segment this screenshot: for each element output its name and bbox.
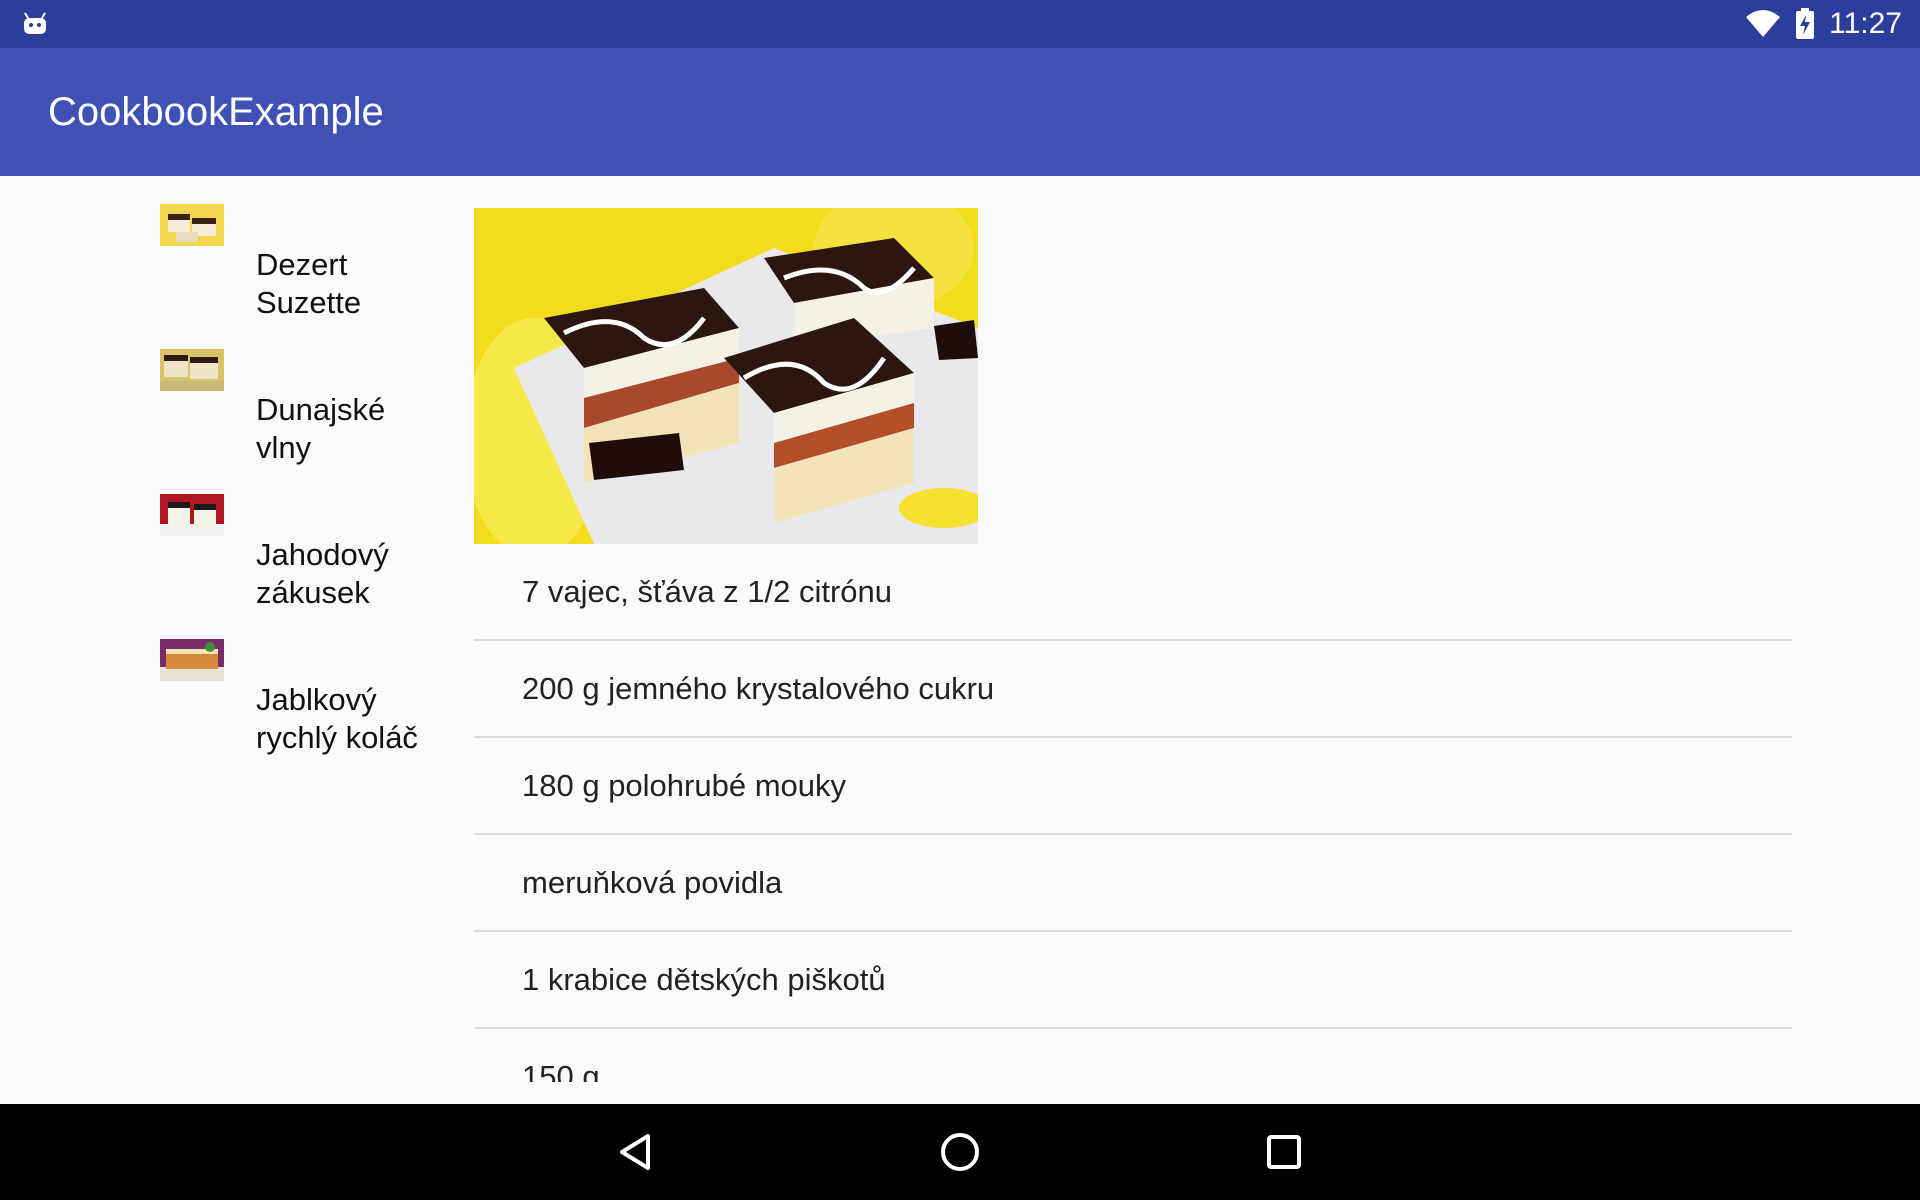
back-button[interactable] (606, 1122, 666, 1182)
status-bar: 11:27 (0, 0, 1920, 48)
status-icons: 11:27 (1745, 0, 1902, 48)
wifi-icon (1746, 10, 1781, 37)
app-title: CookbookExample (48, 90, 384, 134)
main-content: Dezert Suzette Dunajské vlny Jahodový zá… (0, 176, 1920, 1104)
battery-charging-icon (1796, 8, 1815, 39)
recipe-item-dunajske-vlny[interactable]: Dunajské vlny (160, 349, 450, 494)
navigation-bar (0, 1104, 1920, 1200)
dessert-thumb-icon (160, 204, 224, 246)
recents-icon (1267, 1135, 1301, 1169)
recipe-name: Dunajské vlny (256, 392, 386, 465)
recipe-photo (474, 208, 978, 544)
ingredient-item: 180 g polohrubé mouky (474, 738, 1792, 835)
home-button[interactable] (930, 1122, 990, 1182)
recipe-item-dezert-suzette[interactable]: Dezert Suzette (160, 204, 450, 349)
recipe-item-jablkovy-rychly-kolac[interactable]: Jablkový rychlý koláč (160, 639, 450, 784)
android-debug-icon (24, 12, 46, 34)
dessert-thumb-icon (160, 349, 224, 391)
recents-button[interactable] (1254, 1122, 1314, 1182)
home-icon (941, 1133, 979, 1171)
ingredient-item: 150 g ... (474, 1029, 1792, 1083)
ingredient-item: 200 g jemného krystalového cukru (474, 641, 1792, 738)
dessert-thumb-icon (160, 639, 224, 681)
back-icon (620, 1134, 650, 1170)
ingredient-item: meruňková povidla (474, 835, 1792, 932)
recipe-name: Jahodový zákusek (256, 537, 389, 610)
recipe-name: Dezert Suzette (256, 247, 362, 320)
dessert-thumb-icon (160, 494, 224, 536)
status-time: 11:27 (1829, 7, 1902, 40)
ingredient-list: 7 vajec, šťáva z 1/2 citrónu 200 g jemné… (474, 544, 1792, 1082)
ingredient-item: 1 krabice dětských piškotů (474, 932, 1792, 1029)
recipe-name: Jablkový rychlý koláč (256, 682, 418, 755)
app-bar: CookbookExample (0, 48, 1920, 176)
recipe-item-jahodovy-zakusek[interactable]: Jahodový zákusek (160, 494, 450, 639)
recipe-list: Dezert Suzette Dunajské vlny Jahodový zá… (160, 204, 450, 784)
ingredient-item: 7 vajec, šťáva z 1/2 citrónu (474, 544, 1792, 641)
